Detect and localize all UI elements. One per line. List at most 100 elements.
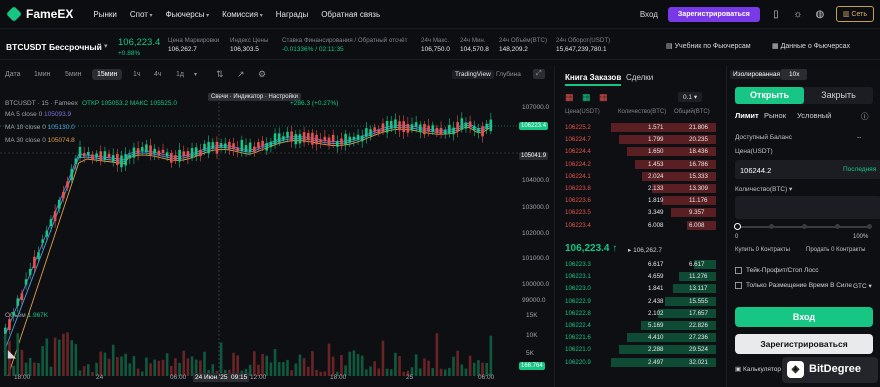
calculator-link[interactable]: ▣ Калькулятор xyxy=(735,365,781,373)
settings-gear-icon[interactable]: ⚙ xyxy=(258,69,266,80)
stat-index-price: Индекс Цены 106,303.5 xyxy=(230,36,268,54)
quantity-label-text: Количество(BTC) xyxy=(735,186,788,193)
candle xyxy=(132,147,136,158)
stat-24h-high: 24ч Макс. 106,750.0 xyxy=(421,36,450,54)
order-type-market[interactable]: Рынок xyxy=(764,111,786,120)
watermark-text: BitDegree xyxy=(809,363,861,375)
view-asks-icon[interactable]: ▦ xyxy=(599,92,608,103)
ask-row[interactable]: 106223.4 6.008 6.008 xyxy=(560,220,716,231)
close-tab[interactable]: Закрыть xyxy=(804,87,873,104)
symbol-chevron-icon[interactable]: ▾ xyxy=(104,42,108,50)
network-button[interactable]: ▥ Сеть xyxy=(835,6,874,22)
quantity-slider[interactable] xyxy=(734,223,872,230)
tradingview-toggle[interactable]: TradingView xyxy=(452,70,494,79)
futures-data-link[interactable]: ▦ Данные о Фьючерсах xyxy=(772,42,850,50)
ask-row[interactable]: 106224.1 2.024 15.333 xyxy=(560,171,716,182)
fullscreen-icon[interactable]: ⤢ xyxy=(533,69,545,79)
volume-tick: 5K xyxy=(526,350,534,357)
symbol-selector[interactable]: BTCUSDT Бессрочный xyxy=(6,42,102,52)
tab-trades[interactable]: Сделки xyxy=(626,73,653,82)
margin-mode-button[interactable]: Изолированная xyxy=(730,70,784,79)
stat-value: 104,570.8 xyxy=(460,46,489,53)
ask-row[interactable]: 106223.5 3.349 9.357 xyxy=(560,207,716,218)
data-icon: ▦ xyxy=(772,43,779,50)
ask-row[interactable]: 106223.8 2.133 13.309 xyxy=(560,183,716,194)
nav-spot[interactable]: Спот xyxy=(130,10,153,19)
quantity-input[interactable] xyxy=(735,196,880,219)
nav-markets[interactable]: Рынки xyxy=(93,10,116,19)
candle xyxy=(481,126,484,137)
tf-1d[interactable]: 1д xyxy=(176,71,184,78)
bid-row[interactable]: 106222.4 5.169 22.826 xyxy=(560,320,716,331)
order-type-conditional[interactable]: Условный xyxy=(797,111,831,120)
candle xyxy=(306,133,310,141)
slider-handle[interactable] xyxy=(734,223,741,230)
tf-more-chevron-icon[interactable]: ▾ xyxy=(194,71,197,78)
post-only-checkbox[interactable] xyxy=(735,282,742,289)
register-trade-button[interactable]: Зарегистрироваться xyxy=(735,334,873,354)
bid-row[interactable]: 106221.0 2.288 29.524 xyxy=(560,344,716,355)
bid-row[interactable]: 106223.1 4.659 11.276 xyxy=(560,271,716,282)
tpsl-checkbox[interactable] xyxy=(735,267,742,274)
candle xyxy=(402,121,405,133)
tf-15m[interactable]: 15мин xyxy=(92,69,123,80)
nav-feedback[interactable]: Обратная связь xyxy=(321,10,380,19)
tf-4h[interactable]: 4ч xyxy=(154,71,162,78)
tf-1h[interactable]: 1ч xyxy=(133,71,141,78)
price-input[interactable]: 106244.2 Последняя xyxy=(735,160,880,179)
bid-row[interactable]: 106222.9 2.438 15.555 xyxy=(560,296,716,307)
bid-row[interactable]: 106222.8 2.102 17.657 xyxy=(560,308,716,319)
bid-row[interactable]: 106221.6 4.410 27.236 xyxy=(560,332,716,343)
nav-futures[interactable]: Фьючерсы xyxy=(166,10,210,19)
tf-5m[interactable]: 5мин xyxy=(65,71,81,78)
last-price-button[interactable]: Последняя xyxy=(843,166,876,173)
time-tick: 18:00 xyxy=(14,374,31,381)
ask-row[interactable]: 106225.2 1.571 21.806 xyxy=(560,122,716,133)
candlestick-chart[interactable] xyxy=(0,94,518,376)
candle xyxy=(186,151,190,158)
ask-row[interactable]: 106223.6 1.819 11.176 xyxy=(560,195,716,206)
open-tab[interactable]: Открыть xyxy=(735,87,804,104)
ask-row[interactable]: 106224.4 1.650 18.436 xyxy=(560,146,716,157)
candle xyxy=(244,145,248,152)
login-link[interactable]: Вход xyxy=(640,10,658,19)
nav-fees[interactable]: Комиссия xyxy=(222,10,263,19)
candle xyxy=(78,146,82,158)
view-bids-icon[interactable]: ▦ xyxy=(582,92,591,103)
theme-sun-icon[interactable]: ☼ xyxy=(792,9,804,20)
bid-row[interactable]: 106223.0 1.841 13.117 xyxy=(560,283,716,294)
brand-logo[interactable]: FameEX xyxy=(6,6,73,22)
view-both-icon[interactable]: ▦ xyxy=(565,92,574,103)
candle xyxy=(340,138,343,145)
candles-icon[interactable]: ⇅ xyxy=(216,69,224,80)
bid-row[interactable]: 106220.9 2.497 32.021 xyxy=(560,357,716,368)
indicator-icon[interactable]: ↗ xyxy=(237,69,245,80)
download-icon[interactable]: ▯ xyxy=(770,9,782,20)
last-price-tag: 106223.4 xyxy=(519,122,549,130)
globe-icon[interactable]: ◍ xyxy=(814,9,826,20)
tf-date[interactable]: Дата xyxy=(5,71,21,78)
order-type-info-icon[interactable]: ⓘ xyxy=(861,111,869,122)
nav-rewards[interactable]: Награды xyxy=(276,10,308,19)
precision-select[interactable]: 0.1 ▾ xyxy=(678,92,703,102)
leverage-button[interactable]: 10x xyxy=(781,69,808,80)
depth-toggle[interactable]: Глубина xyxy=(496,71,521,78)
tif-select[interactable]: GTC ▾ xyxy=(853,282,872,290)
stat-label: 24ч Мин. xyxy=(460,37,486,44)
bid-row[interactable]: 106223.3 6.617 6.617 xyxy=(560,259,716,270)
ask-row[interactable]: 106224.2 1.453 16.786 xyxy=(560,159,716,170)
tab-orderbook[interactable]: Книга Заказов xyxy=(565,73,622,86)
price-tick: 107000.0 xyxy=(522,104,550,111)
candle xyxy=(149,145,152,156)
price-label: Цена(USDT) xyxy=(735,148,773,155)
price-input-value: 106244.2 xyxy=(740,166,772,175)
login-button[interactable]: Вход xyxy=(735,307,873,327)
order-type-limit[interactable]: Лимит xyxy=(735,111,759,120)
ask-row[interactable]: 106224.7 1.799 20.235 xyxy=(560,134,716,145)
candle xyxy=(170,153,173,163)
stat-label: Цена Маркировки xyxy=(168,37,220,44)
candle xyxy=(223,143,227,149)
futures-guide-link[interactable]: ▤ Учебник по Фьючерсам xyxy=(666,42,751,50)
tf-1m[interactable]: 1мин xyxy=(34,71,50,78)
register-button[interactable]: Зарегистрироваться xyxy=(667,6,760,22)
